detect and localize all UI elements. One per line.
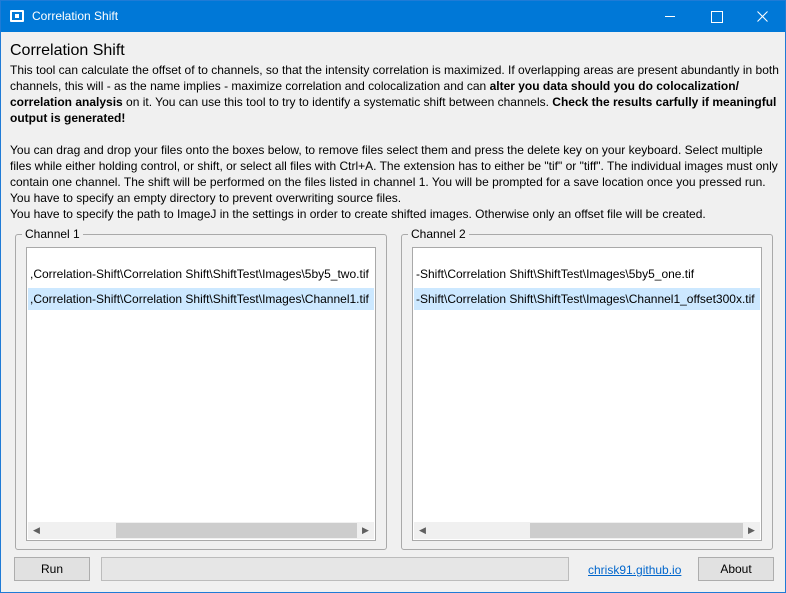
close-icon <box>757 11 768 22</box>
scroll-right-icon[interactable]: ▶ <box>357 522 374 539</box>
channel-2-group: Channel 2 -Shift\Correlation Shift\Shift… <box>401 226 773 550</box>
horizontal-scrollbar[interactable]: ◀ ▶ <box>414 522 760 539</box>
list-item[interactable]: -Shift\Correlation Shift\ShiftTest\Image… <box>414 263 760 285</box>
list-item-selected[interactable]: -Shift\Correlation Shift\ShiftTest\Image… <box>414 288 760 310</box>
description-paragraph-1: This tool can calculate the offset of to… <box>10 62 780 126</box>
scroll-thumb[interactable] <box>116 523 357 538</box>
minimize-button[interactable] <box>647 1 693 32</box>
scroll-thumb[interactable] <box>530 523 743 538</box>
page-heading: Correlation Shift <box>10 42 125 59</box>
channel-1-label: Channel 1 <box>22 226 83 242</box>
horizontal-scrollbar[interactable]: ◀ ▶ <box>28 522 374 539</box>
channel-2-listbox[interactable]: -Shift\Correlation Shift\ShiftTest\Image… <box>412 247 762 541</box>
window-title: Correlation Shift <box>32 9 119 23</box>
channel-2-label: Channel 2 <box>408 226 469 242</box>
progress-bar <box>101 557 569 581</box>
about-button[interactable]: About <box>698 557 774 581</box>
channel-1-group: Channel 1 ,Correlation-Shift\Correlation… <box>15 226 387 550</box>
scroll-right-icon[interactable]: ▶ <box>743 522 760 539</box>
maximize-button[interactable] <box>693 1 739 32</box>
channel-1-listbox[interactable]: ,Correlation-Shift\Correlation Shift\Shi… <box>26 247 376 541</box>
scroll-left-icon[interactable]: ◀ <box>414 522 431 539</box>
description-paragraph-3: You have to specify the path to ImageJ i… <box>10 207 706 221</box>
description: This tool can calculate the offset of to… <box>10 62 780 222</box>
list-item[interactable]: ,Correlation-Shift\Correlation Shift\Shi… <box>28 263 374 285</box>
github-link[interactable]: chrisk91.github.io <box>588 562 681 578</box>
run-button[interactable]: Run <box>14 557 90 581</box>
list-item-selected[interactable]: ,Correlation-Shift\Correlation Shift\Shi… <box>28 288 374 310</box>
app-window: Correlation Shift Correlation Shift This… <box>0 0 786 593</box>
title-bar[interactable]: Correlation Shift <box>1 1 785 32</box>
scroll-left-icon[interactable]: ◀ <box>28 522 45 539</box>
desc-text-2: on it. You can use this tool to try to i… <box>122 95 553 109</box>
window-icon <box>10 10 24 22</box>
close-button[interactable] <box>739 1 785 32</box>
description-paragraph-2: You can drag and drop your files onto th… <box>10 143 778 205</box>
